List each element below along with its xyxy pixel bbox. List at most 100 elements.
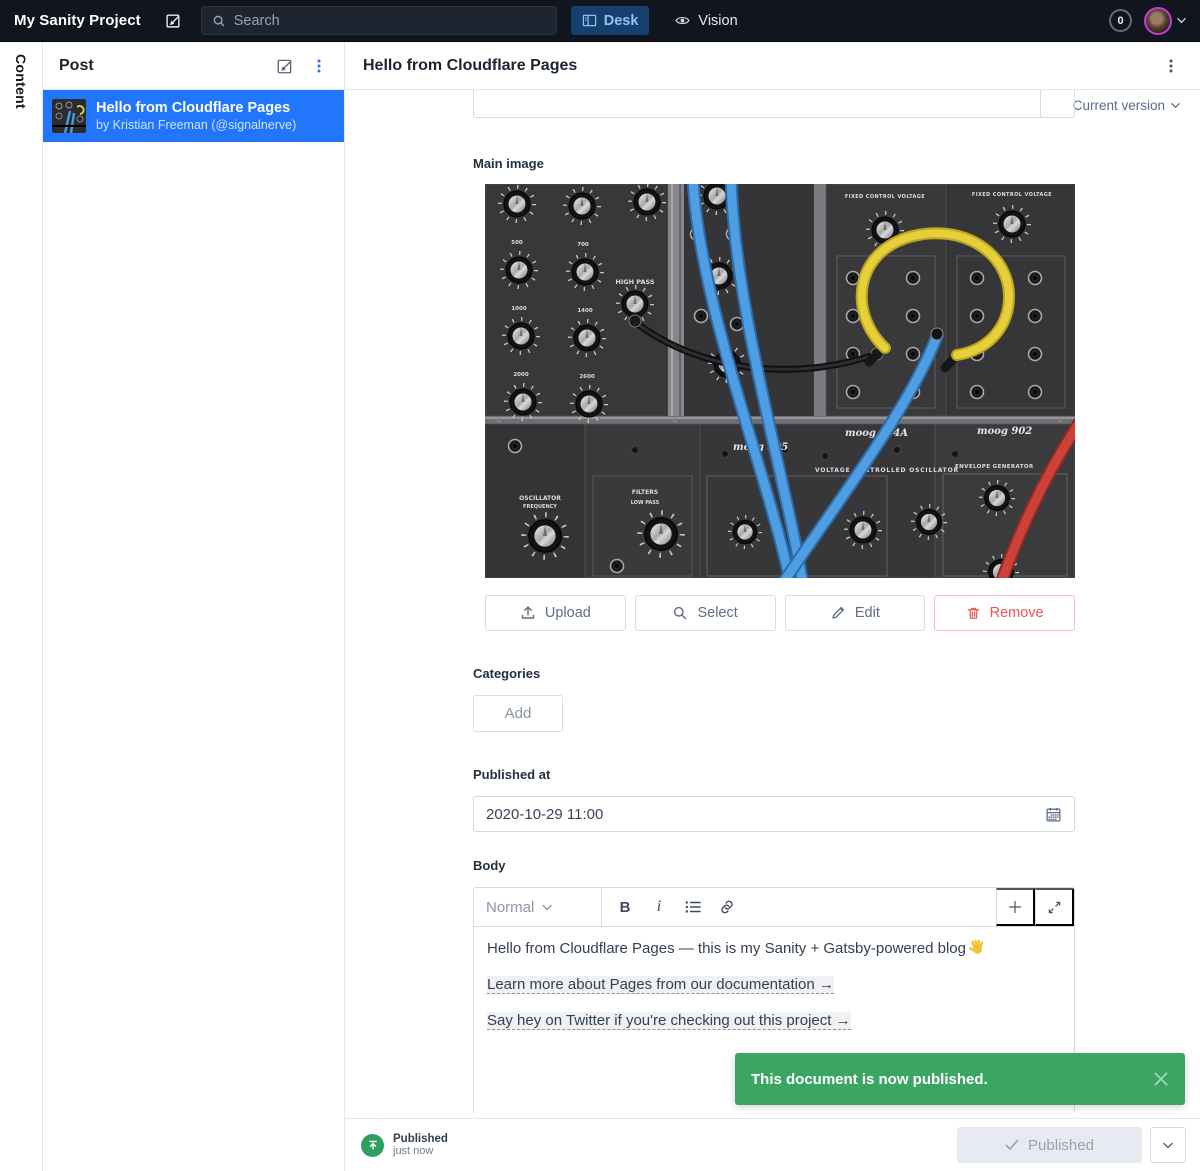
bullet-list-icon: [685, 900, 701, 914]
link-button[interactable]: [710, 892, 744, 922]
categories-label: Categories: [473, 666, 1075, 682]
link-icon: [719, 899, 735, 915]
bullet-list-button[interactable]: [676, 892, 710, 922]
edit-button[interactable]: Edit: [785, 595, 926, 631]
expand-icon: [1047, 900, 1062, 915]
body-editor-content[interactable]: Hello from Cloudflare Pages — this is my…: [474, 927, 1074, 1057]
document-pane: Hello from Cloudflare Pages Current vers…: [345, 42, 1200, 1171]
tab-vision[interactable]: Vision: [663, 6, 748, 35]
post-pane-header: Post: [43, 42, 344, 90]
remove-button[interactable]: Remove: [934, 595, 1075, 631]
pane-menu-button[interactable]: [304, 51, 334, 81]
svg-text:700: 700: [577, 242, 589, 248]
close-icon[interactable]: [1153, 1071, 1169, 1087]
svg-text:FIXED CONTROL VOLTAGE: FIXED CONTROL VOLTAGE: [845, 194, 925, 200]
document-form-scroll[interactable]: Current version Main image: [345, 90, 1200, 1118]
list-item-title: Hello from Cloudflare Pages: [96, 100, 296, 116]
wave-emoji-icon: [969, 939, 985, 955]
document-footer: Published just now Published: [345, 1118, 1200, 1171]
body-paragraph[interactable]: Hello from Cloudflare Pages — this is my…: [487, 938, 1061, 959]
svg-text:OSCILLATOR: OSCILLATOR: [519, 495, 561, 502]
list-item-subtitle: by Kristian Freeman (@signalnerve): [96, 118, 296, 132]
body-link[interactable]: Learn more about Pages from our document…: [487, 976, 834, 994]
kebab-icon: [311, 58, 327, 74]
user-menu[interactable]: [1144, 7, 1186, 35]
main-image-label: Main image: [473, 156, 1075, 172]
svg-text:VOLTAGE CONTROLLED OSCILLATOR: VOLTAGE CONTROLLED OSCILLATOR: [815, 467, 959, 474]
body-link-paragraph[interactable]: Say hey on Twitter if you're checking ou…: [487, 1010, 1061, 1031]
global-search[interactable]: [201, 6, 557, 35]
svg-text:moog 902: moog 902: [977, 426, 1032, 437]
document-title: Hello from Cloudflare Pages: [363, 57, 1156, 75]
upload-button[interactable]: Upload: [485, 595, 626, 631]
publish-status-title: Published: [393, 1133, 448, 1145]
publish-status-icon: [361, 1134, 384, 1157]
chevron-down-icon: [1177, 17, 1186, 24]
insert-block-button[interactable]: [996, 888, 1035, 926]
project-title: My Sanity Project: [14, 12, 141, 29]
magnifier-icon: [672, 605, 688, 621]
toast-message: This document is now published.: [751, 1071, 1153, 1088]
compose-icon: [165, 12, 182, 29]
upload-icon: [520, 605, 536, 621]
new-document-button[interactable]: [270, 51, 300, 81]
list-item-thumbnail: [52, 99, 86, 133]
publish-status[interactable]: Published just now: [361, 1133, 448, 1157]
sidebar-tab-content[interactable]: Content: [0, 42, 43, 1171]
publish-button[interactable]: Published: [957, 1127, 1142, 1163]
chevron-down-icon: [1171, 102, 1180, 109]
body-link-paragraph[interactable]: Learn more about Pages from our document…: [487, 974, 1061, 995]
compose-icon: [276, 57, 294, 75]
trash-icon: [966, 605, 981, 621]
kebab-icon: [1163, 58, 1179, 74]
version-selector[interactable]: Current version: [1073, 98, 1180, 113]
svg-text:500: 500: [511, 240, 523, 246]
document-menu-button[interactable]: [1156, 51, 1186, 81]
pencil-icon: [830, 605, 846, 621]
svg-text:LOW PASS: LOW PASS: [631, 500, 660, 506]
compose-button[interactable]: [161, 8, 187, 34]
svg-text:2600: 2600: [579, 374, 594, 380]
presence-badge[interactable]: 0: [1109, 9, 1132, 32]
eye-icon: [674, 13, 691, 28]
pane-title: Post: [59, 57, 270, 75]
svg-text:FREQUENCY: FREQUENCY: [523, 504, 557, 510]
top-navbar: My Sanity Project Desk Vision 0: [0, 0, 1200, 42]
search-icon: [212, 14, 226, 28]
svg-text:1400: 1400: [577, 308, 592, 314]
search-input[interactable]: [234, 13, 546, 29]
publish-status-time: just now: [393, 1145, 448, 1157]
published-at-input[interactable]: [486, 806, 1045, 823]
tab-desk[interactable]: Desk: [571, 6, 650, 35]
chevron-down-icon: [1163, 1142, 1173, 1149]
image-actions: Upload Select Edit: [485, 595, 1075, 631]
body-label: Body: [473, 858, 1075, 874]
body-link[interactable]: Say hey on Twitter if you're checking ou…: [487, 1012, 851, 1030]
svg-text:FILTERS: FILTERS: [632, 489, 658, 496]
add-category-button[interactable]: Add: [473, 695, 563, 732]
title-field-partial[interactable]: [473, 90, 1075, 118]
bold-button[interactable]: B: [608, 892, 642, 922]
post-list-pane: Post Hello from Cloudflare Pages: [43, 42, 345, 1171]
svg-text:2000: 2000: [513, 372, 528, 378]
document-header: Hello from Cloudflare Pages: [345, 42, 1200, 90]
published-at-label: Published at: [473, 767, 1075, 783]
svg-text:FIXED CONTROL VOLTAGE: FIXED CONTROL VOLTAGE: [972, 192, 1052, 198]
publish-menu-button[interactable]: [1150, 1127, 1186, 1163]
main-image-photo: HIGH PASS FIXED CONTROL VOLTAGE FIXED CO…: [485, 184, 1075, 578]
block-style-select[interactable]: Normal: [474, 888, 602, 926]
svg-text:ENVELOPE GENERATOR: ENVELOPE GENERATOR: [955, 464, 1034, 470]
italic-button[interactable]: i: [642, 892, 676, 922]
list-item[interactable]: Hello from Cloudflare Pages by Kristian …: [43, 90, 344, 142]
editor-toolbar: Normal B i: [474, 888, 1074, 927]
svg-text:HIGH PASS: HIGH PASS: [615, 278, 654, 286]
check-icon: [1005, 1139, 1019, 1151]
plus-icon: [1007, 899, 1023, 915]
calendar-icon[interactable]: [1045, 806, 1062, 823]
chevron-down-icon: [542, 904, 589, 911]
select-button[interactable]: Select: [635, 595, 776, 631]
published-at-field[interactable]: [473, 796, 1075, 832]
publish-toast: This document is now published.: [735, 1053, 1185, 1105]
expand-editor-button[interactable]: [1035, 888, 1074, 926]
avatar: [1144, 7, 1172, 35]
